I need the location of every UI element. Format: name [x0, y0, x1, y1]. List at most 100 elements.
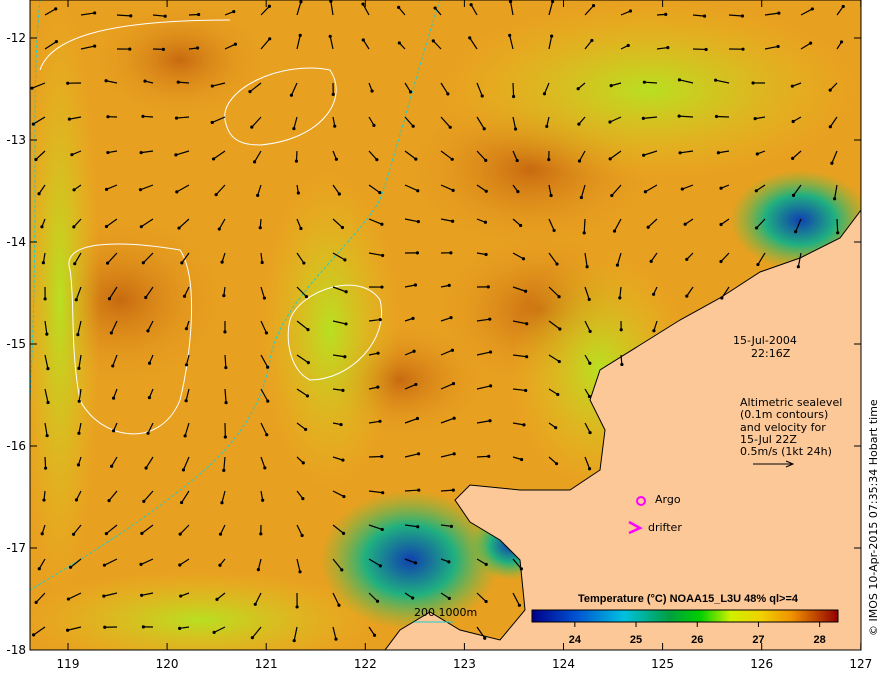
velocity-arrow-head	[262, 296, 266, 300]
note-line: (0.1m contours)	[740, 408, 828, 421]
velocity-arrow-head	[628, 9, 633, 13]
velocity-arrow-head	[334, 637, 338, 641]
velocity-arrow-head	[588, 361, 592, 365]
velocity-arrow-head	[261, 498, 265, 502]
velocity-arrow-head	[776, 44, 780, 49]
velocity-arrow-head	[558, 327, 562, 331]
velocity-arrow-head	[34, 157, 38, 162]
velocity-arrow-head	[175, 190, 179, 194]
velocity-arrow-head	[520, 457, 524, 462]
velocity-arrow-head	[413, 561, 418, 565]
velocity-arrow-head	[46, 367, 50, 371]
velocity-arrow-head	[542, 92, 547, 96]
velocity-arrow-head	[483, 220, 488, 224]
velocity-arrow-head	[608, 120, 612, 124]
velocity-arrow-head	[182, 294, 187, 298]
velocity-arrow-head	[74, 498, 79, 502]
velocity-arrow-head	[449, 316, 453, 320]
velocity-arrow-head	[220, 501, 224, 505]
velocity-arrow-head	[685, 257, 689, 261]
velocity-arrow-head	[411, 124, 415, 128]
velocity-arrow-head	[376, 385, 380, 389]
velocity-arrow-head	[266, 365, 270, 369]
velocity-arrow-head	[161, 47, 165, 52]
velocity-arrow-head	[378, 190, 382, 195]
velocity-arrow-head	[139, 593, 144, 597]
velocity-arrow-head	[830, 161, 834, 165]
velocity-arrow-head	[294, 159, 299, 163]
velocity-arrow-head	[652, 292, 656, 296]
lon-tick-label: 121	[255, 657, 278, 671]
velocity-arrow-head	[449, 251, 453, 255]
velocity-arrow-head	[178, 532, 182, 536]
velocity-arrow-head	[777, 11, 781, 15]
velocity-arrow-head	[66, 628, 70, 632]
velocity-arrow-head	[334, 157, 338, 161]
velocity-arrow-head	[397, 41, 401, 45]
velocity-arrow-head	[740, 14, 745, 18]
colorbar-gradient	[531, 609, 839, 623]
velocity-arrow-head	[76, 463, 81, 467]
velocity-arrow-head	[331, 92, 335, 97]
velocity-arrow-head	[447, 560, 451, 564]
velocity-arrow-head	[375, 158, 379, 162]
velocity-arrow	[512, 82, 515, 97]
velocity-arrow-head	[641, 116, 645, 120]
colorbar-tick-label: 24	[569, 634, 582, 646]
velocity-arrow-head	[141, 625, 145, 629]
velocity-arrow-head	[519, 567, 523, 571]
lon-tick-label: 123	[453, 657, 476, 671]
velocity-arrow-head	[677, 114, 681, 118]
velocity-arrow-head	[224, 365, 228, 370]
velocity-arrow-head	[704, 47, 708, 52]
velocity-arrow-head	[248, 90, 252, 94]
velocity-arrow-head	[642, 80, 646, 84]
velocity-arrow-head	[488, 419, 492, 423]
velocity-arrow-head	[46, 400, 50, 405]
velocity-arrow-head	[306, 328, 310, 332]
velocity-arrow-head	[292, 638, 296, 643]
velocity-arrow-head	[488, 384, 493, 388]
velocity-arrow	[583, 218, 586, 233]
velocity-arrow-head	[74, 298, 78, 302]
velocity-arrow-head	[77, 399, 81, 403]
velocity-arrow-head	[146, 431, 150, 435]
velocity-arrow-head	[652, 329, 656, 333]
velocity-arrow-head	[42, 498, 46, 502]
velocity-arrow-head	[298, 33, 302, 37]
velocity-arrow-head	[71, 532, 76, 536]
velocity-arrow-head	[642, 153, 646, 157]
velocity-arrow-head	[222, 294, 226, 298]
velocity-arrow-head	[841, 4, 845, 9]
lat-tick-label: -14	[6, 235, 26, 249]
velocity-arrow-head	[210, 84, 214, 88]
velocity-arrow-head	[753, 117, 757, 121]
velocity-arrow-head	[104, 531, 108, 536]
velocity-arrow-head	[451, 488, 455, 492]
colorbar-tick-label: 25	[630, 634, 642, 646]
time-label: 22:16Z	[751, 347, 791, 360]
lon-tick-label: 120	[156, 657, 179, 671]
velocity-arrow-head	[590, 38, 594, 43]
velocity-arrow-head	[43, 466, 48, 470]
velocity-arrow-head	[177, 226, 181, 230]
velocity-arrow-head	[141, 261, 145, 265]
velocity-arrow-head	[104, 187, 109, 191]
velocity-arrow-head	[197, 12, 201, 17]
velocity-arrow-head	[223, 330, 227, 334]
velocity-arrow-head	[144, 295, 148, 300]
velocity-arrow-head	[144, 466, 148, 470]
velocity-arrow-head	[302, 261, 306, 265]
velocity-arrow-head	[66, 81, 70, 85]
velocity-arrow-head	[250, 125, 254, 129]
velocity-arrow-head	[180, 261, 184, 265]
velocity-arrow-head	[337, 192, 341, 196]
velocity-arrow-head	[508, 33, 512, 38]
velocity-arrow-head	[556, 392, 560, 397]
velocity-arrow-head	[341, 388, 345, 392]
velocity-arrow-head	[376, 351, 380, 355]
velocity-arrow-head	[522, 423, 526, 427]
velocity-arrow-head	[513, 127, 518, 131]
velocity-arrow-head	[178, 563, 182, 567]
velocity-arrow-head	[547, 157, 551, 162]
